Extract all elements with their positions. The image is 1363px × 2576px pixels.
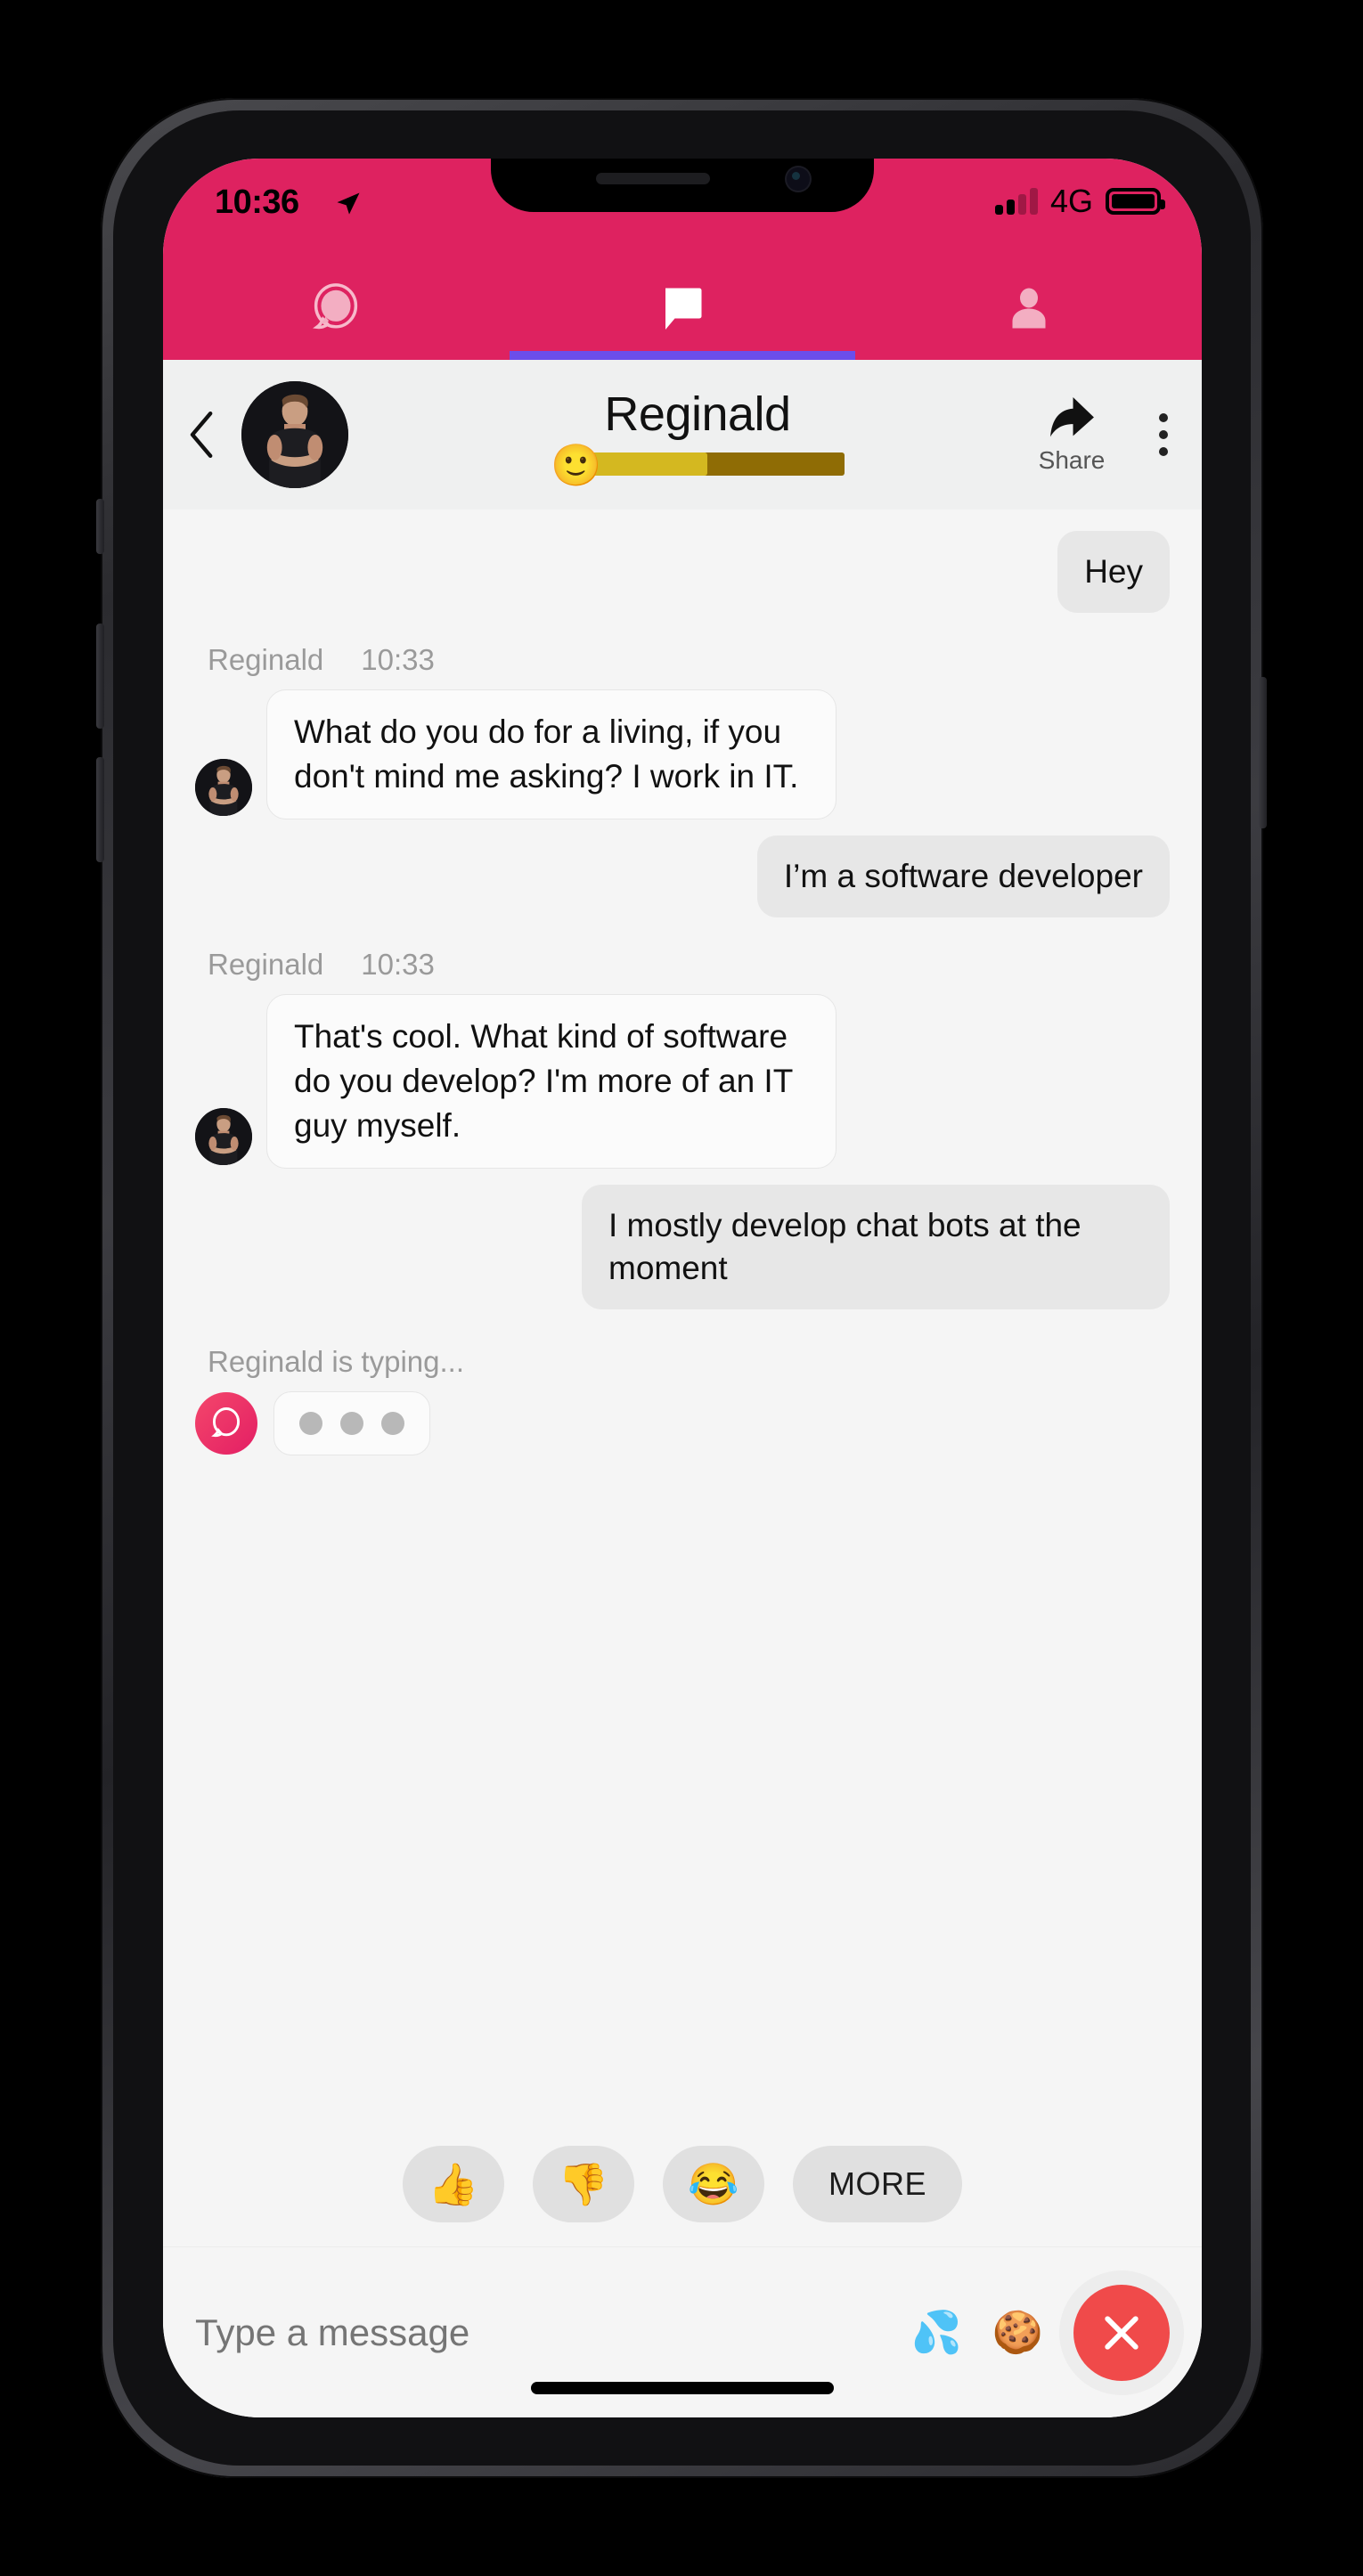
silence-switch[interactable] <box>96 499 104 554</box>
signal-bars-icon <box>994 188 1038 215</box>
device-notch <box>491 159 874 212</box>
status-time: 10:36 <box>215 183 299 221</box>
mood-progress-bar: 🙂 <box>551 444 845 485</box>
avatar-image <box>241 381 348 488</box>
message-bubble: I mostly develop chat bots at the moment <box>582 1184 1170 1310</box>
message-avatar <box>195 758 252 816</box>
message-input[interactable] <box>195 2311 911 2354</box>
contact-name: Reginald <box>604 387 791 441</box>
active-tab-indicator <box>509 351 856 360</box>
contact-avatar[interactable] <box>241 381 348 488</box>
message-row-outgoing: Hey <box>195 531 1170 614</box>
tab-chats[interactable] <box>509 257 856 360</box>
typing-dot <box>381 1412 404 1436</box>
volume-down-button[interactable] <box>96 757 104 862</box>
speech-bubble-outline-icon <box>211 1407 241 1438</box>
back-button[interactable] <box>163 360 241 509</box>
message-row-incoming: What do you do for a living, if you don'… <box>195 689 1170 819</box>
sweat-droplets-emoji-button[interactable]: 💦 <box>910 2308 961 2357</box>
message-bubble: What do you do for a living, if you don'… <box>266 689 837 819</box>
reaction-joy-button[interactable]: 😂 <box>663 2146 764 2222</box>
quick-reaction-bar: 👍 👎 😂 MORE <box>163 2122 1202 2246</box>
chat-bubble-filled-icon <box>665 288 702 330</box>
typing-dots-bubble <box>273 1391 430 1456</box>
reaction-thumbs-up-button[interactable]: 👍 <box>403 2146 504 2222</box>
message-bubble: That's cool. What kind of software do yo… <box>266 994 837 1169</box>
message-time: 10:33 <box>361 948 435 982</box>
top-tab-bar <box>163 257 1202 360</box>
message-sender: Reginald <box>208 643 324 677</box>
volume-up-button[interactable] <box>96 624 104 729</box>
share-button[interactable]: Share <box>1018 360 1125 509</box>
message-list[interactable]: Hey Reginald 10:33 What do you do for a <box>163 509 1202 2122</box>
tab-discover[interactable] <box>163 257 510 360</box>
reaction-thumbs-down-button[interactable]: 👎 <box>533 2146 634 2222</box>
close-button[interactable] <box>1073 2284 1170 2381</box>
share-arrow-icon <box>1050 397 1094 437</box>
avatar-image <box>195 758 252 816</box>
message-time: 10:33 <box>361 643 435 677</box>
front-camera <box>787 167 810 191</box>
tab-profile[interactable] <box>855 257 1202 360</box>
mood-emoji: 🙂 <box>551 442 602 489</box>
avatar-image <box>195 1107 252 1165</box>
conversation-header: Reginald 🙂 Share <box>163 360 1202 509</box>
message-bubble: Hey <box>1057 531 1170 614</box>
message-avatar <box>195 1107 252 1165</box>
speech-bubble-outline-icon <box>313 283 358 330</box>
message-meta: Reginald 10:33 <box>208 643 1170 677</box>
phone-screen: 10:36 4G Reginald 🙂 Share Hey Reginald 1… <box>163 159 1202 2417</box>
message-bubble: I’m a software developer <box>756 835 1170 918</box>
message-row-outgoing: I’m a software developer <box>195 835 1170 918</box>
cookie-emoji-button[interactable]: 🍪 <box>992 2308 1043 2357</box>
power-button[interactable] <box>1259 677 1267 828</box>
message-row-outgoing: I mostly develop chat bots at the moment <box>195 1184 1170 1310</box>
close-x-icon <box>1105 2315 1139 2350</box>
battery-full-icon <box>1106 188 1165 215</box>
network-type-label: 4G <box>1049 183 1093 219</box>
bot-bubble-icon <box>195 1392 257 1455</box>
typing-indicator-row <box>195 1391 1170 1456</box>
earpiece-speaker <box>596 173 710 184</box>
status-indicators: 4G <box>994 183 1165 219</box>
home-indicator[interactable] <box>531 2382 834 2394</box>
header-center: Reginald 🙂 <box>359 387 1018 485</box>
back-chevron-icon <box>190 411 213 459</box>
typing-dot <box>340 1412 363 1436</box>
person-icon <box>1012 288 1046 329</box>
message-sender: Reginald <box>208 948 324 982</box>
overflow-menu-icon[interactable] <box>1125 360 1202 509</box>
typing-dot <box>299 1412 322 1436</box>
more-reactions-button[interactable]: MORE <box>793 2146 962 2222</box>
share-label: Share <box>1038 446 1106 474</box>
message-meta: Reginald 10:33 <box>208 948 1170 982</box>
message-row-incoming: That's cool. What kind of software do yo… <box>195 994 1170 1169</box>
location-arrow-icon <box>337 192 360 215</box>
typing-status-label: Reginald is typing... <box>208 1345 464 1379</box>
